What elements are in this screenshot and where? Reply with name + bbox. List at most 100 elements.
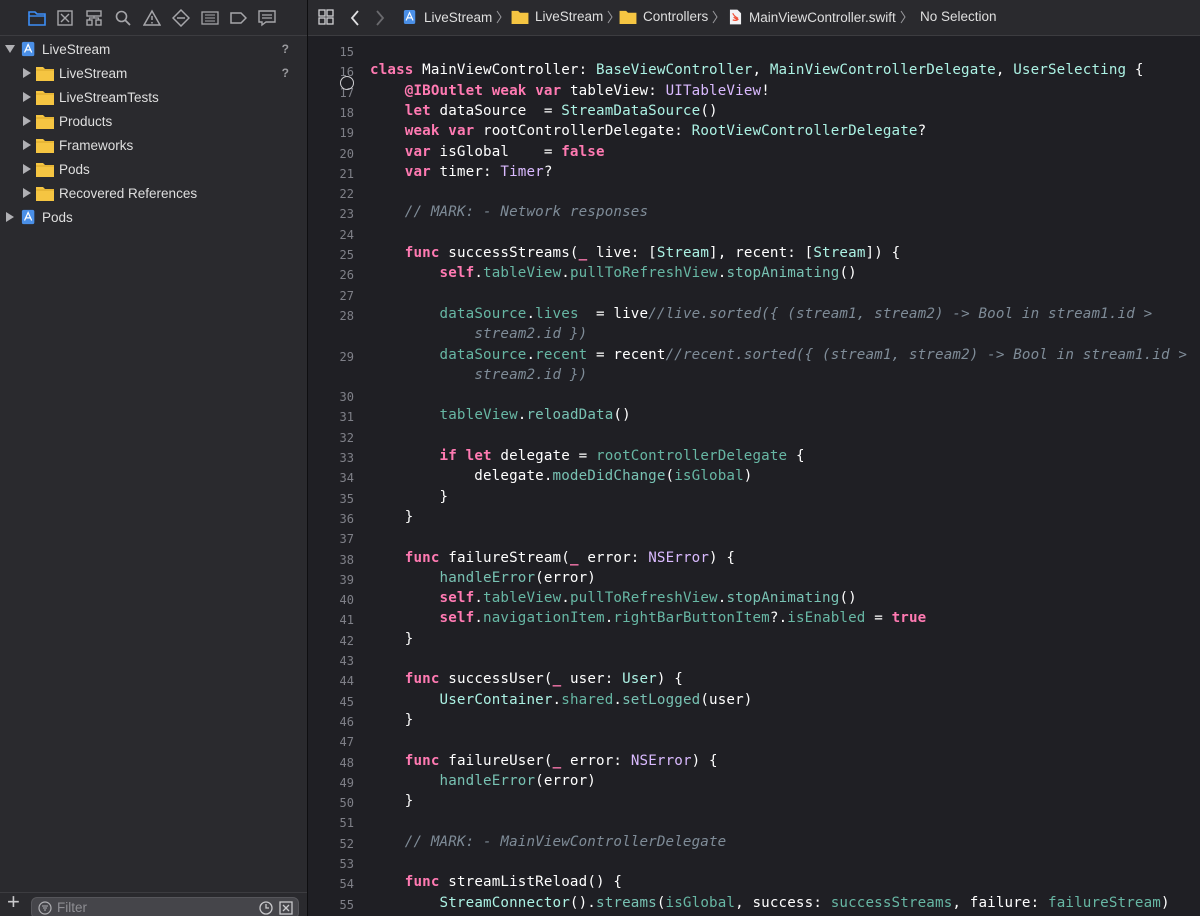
line-number[interactable]: 29 (308, 350, 354, 364)
forward-arrow-icon[interactable] (375, 10, 385, 26)
code-line[interactable]: let dataSource = StreamDataSource() (370, 103, 718, 123)
code-line[interactable]: func failureUser(_ error: NSError) { (370, 753, 718, 773)
line-number[interactable]: 36 (308, 512, 354, 526)
line-number[interactable]: 24 (308, 228, 354, 242)
line-number[interactable]: 20 (308, 147, 354, 161)
disclosure-closed-icon[interactable] (21, 91, 33, 103)
line-number[interactable]: 42 (308, 634, 354, 648)
tree-item-pods-project[interactable]: Pods (0, 206, 307, 228)
line-number-gutter[interactable]: 15 16 17 18 19 20 21 22 23 24 25 26 27 28 29 30 31 32 33 34… (308, 36, 358, 916)
line-number[interactable]: 48 (308, 756, 354, 770)
line-number[interactable]: 32 (308, 431, 354, 445)
tree-item-livestream-folder[interactable]: LiveStream ? (0, 62, 307, 84)
breadcrumb-project[interactable]: LiveStream (403, 9, 502, 25)
debug-icon[interactable] (200, 8, 220, 28)
line-number[interactable]: 51 (308, 816, 354, 830)
tree-item-frameworks-folder[interactable]: Frameworks (0, 134, 307, 156)
filter-input[interactable]: Filter (31, 897, 299, 916)
line-number[interactable]: 43 (308, 654, 354, 668)
tree-item-livestreamtests-folder[interactable]: LiveStreamTests (0, 86, 307, 108)
line-number[interactable]: 23 (308, 207, 354, 221)
disclosure-closed-icon[interactable] (21, 187, 33, 199)
code-line[interactable]: dataSource.recent = recent//recent.sorte… (370, 347, 1187, 367)
line-number[interactable]: 27 (308, 289, 354, 303)
line-number[interactable]: 15 (308, 45, 354, 59)
recent-files-icon[interactable] (259, 901, 273, 916)
code-line[interactable]: func failureStream(_ error: NSError) { (370, 550, 735, 570)
search-icon[interactable] (113, 8, 133, 28)
code-line[interactable]: func streamListReload() { (370, 874, 622, 894)
line-number[interactable]: 49 (308, 776, 354, 790)
code-line[interactable]: var isGlobal = false (370, 144, 605, 164)
code-line[interactable]: if let delegate = rootControllerDelegate… (370, 448, 805, 468)
line-number[interactable]: 35 (308, 492, 354, 506)
warning-icon[interactable] (142, 8, 162, 28)
disclosure-closed-icon[interactable] (4, 211, 16, 223)
code-line[interactable]: stream2.id }) (370, 326, 587, 346)
line-number[interactable]: 30 (308, 390, 354, 404)
line-number[interactable]: 18 (308, 106, 354, 120)
disclosure-closed-icon[interactable] (21, 67, 33, 79)
line-number[interactable]: 55 (308, 898, 354, 912)
code-area[interactable]: 15 16 17 18 19 20 21 22 23 24 25 26 27 28 29 30 31 32 33 34… (308, 36, 1200, 916)
code-line[interactable]: weak var rootControllerDelegate: RootVie… (370, 123, 926, 143)
code-line[interactable]: self.tableView.pullToRefreshView.stopAni… (370, 265, 857, 285)
breadcrumb-group-controllers[interactable]: Controllers (619, 9, 718, 24)
hierarchy-icon[interactable] (84, 8, 104, 28)
disclosure-closed-icon[interactable] (21, 115, 33, 127)
tree-item-livestream-project[interactable]: LiveStream ? (0, 38, 307, 60)
line-number[interactable]: 39 (308, 573, 354, 587)
code-line[interactable]: // MARK: - MainViewControllerDelegate (370, 834, 726, 854)
source-control-icon[interactable] (55, 8, 75, 28)
code-line[interactable]: // MARK: - Network responses (370, 204, 648, 224)
folder-icon[interactable] (27, 8, 47, 28)
line-number[interactable]: 54 (308, 877, 354, 891)
code-line[interactable]: } (370, 631, 414, 651)
code-line[interactable]: } (370, 793, 414, 813)
source-control-filter-icon[interactable] (279, 901, 293, 916)
code-line[interactable]: dataSource.lives = live//live.sorted({ (… (370, 306, 1153, 326)
back-arrow-icon[interactable] (350, 10, 360, 26)
line-number[interactable]: 33 (308, 451, 354, 465)
breadcrumb-file[interactable]: MainViewController.swift (729, 9, 906, 25)
line-number[interactable]: 26 (308, 268, 354, 282)
disclosure-closed-icon[interactable] (21, 163, 33, 175)
related-items-icon[interactable] (318, 9, 334, 25)
line-number[interactable]: 45 (308, 695, 354, 709)
outlet-connection-icon[interactable] (340, 76, 354, 90)
code-line[interactable]: tableView.reloadData() (370, 407, 631, 427)
line-number[interactable]: 21 (308, 167, 354, 181)
breadcrumb-symbol[interactable]: No Selection (920, 9, 997, 24)
line-number[interactable]: 31 (308, 410, 354, 424)
line-number[interactable]: 41 (308, 613, 354, 627)
line-number[interactable]: 44 (308, 674, 354, 688)
line-number[interactable]: 50 (308, 796, 354, 810)
line-number[interactable]: 38 (308, 553, 354, 567)
line-number[interactable]: 28 (308, 309, 354, 323)
tree-item-pods-folder[interactable]: Pods (0, 158, 307, 180)
line-number[interactable]: 22 (308, 187, 354, 201)
code-line[interactable]: self.tableView.pullToRefreshView.stopAni… (370, 590, 857, 610)
code-line[interactable]: var timer: Timer? (370, 164, 553, 184)
line-number[interactable]: 40 (308, 593, 354, 607)
code-line[interactable]: handleError(error) (370, 773, 596, 793)
breadcrumb-group-livestream[interactable]: LiveStream (511, 9, 613, 24)
line-number[interactable]: 37 (308, 532, 354, 546)
line-number[interactable]: 19 (308, 126, 354, 140)
code-line[interactable]: } (370, 489, 449, 509)
code-line[interactable]: handleError(error) (370, 570, 596, 590)
code-line[interactable]: } (370, 509, 414, 529)
line-number[interactable]: 53 (308, 857, 354, 871)
report-icon[interactable] (257, 8, 277, 28)
breakpoint-icon[interactable] (228, 8, 248, 28)
code-line[interactable]: } (370, 712, 414, 732)
code-line[interactable]: self.navigationItem.rightBarButtonItem?.… (370, 610, 927, 630)
line-number[interactable]: 25 (308, 248, 354, 262)
line-number[interactable]: 46 (308, 715, 354, 729)
code-line[interactable]: StreamConnector().streams(isGlobal, succ… (370, 895, 1170, 915)
disclosure-closed-icon[interactable] (21, 139, 33, 151)
disclosure-open-icon[interactable] (4, 43, 16, 55)
tree-item-products-folder[interactable]: Products (0, 110, 307, 132)
line-number[interactable]: 52 (308, 837, 354, 851)
line-number[interactable]: 47 (308, 735, 354, 749)
